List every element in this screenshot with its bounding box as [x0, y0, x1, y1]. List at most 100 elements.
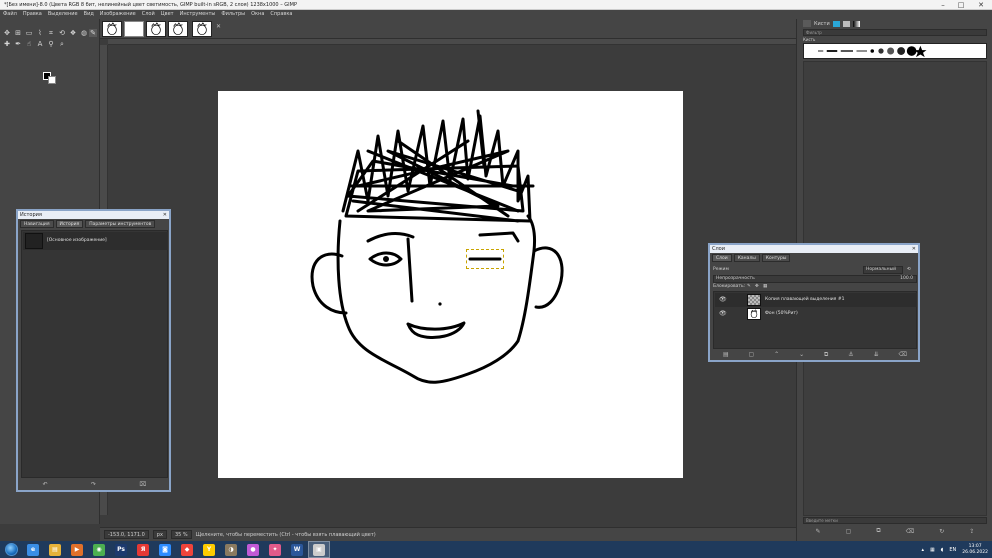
close-tabs-icon[interactable]: ✕ [216, 23, 221, 30]
layer-visibility-eye-icon[interactable]: 👁 [719, 310, 727, 317]
brush-filter-input[interactable]: Фильтр [803, 29, 987, 36]
smudge-tool-icon[interactable]: ☝ [25, 40, 33, 48]
menu-help[interactable]: Справка [270, 10, 292, 19]
undo-icon[interactable]: ↶ [43, 481, 48, 490]
brush-preview-strip[interactable] [803, 43, 987, 59]
layers-list[interactable]: 👁 Копия плавающей выделения #1 👁 Фон (50… [713, 291, 917, 349]
history-list[interactable]: [Основное изображение] [21, 230, 168, 478]
redo-icon[interactable]: ↷ [91, 481, 96, 490]
new-brush-icon[interactable]: ▢ [846, 528, 852, 535]
clear-history-icon[interactable]: ⌧ [139, 481, 146, 490]
zoom-icon[interactable]: ◙ [154, 541, 176, 558]
mode-reset-icon[interactable]: ⟲ [907, 266, 911, 274]
heal-tool-icon[interactable]: ✚ [3, 40, 11, 48]
yandex-icon[interactable]: Я [132, 541, 154, 558]
fill-tool-icon[interactable]: ◍ [80, 29, 88, 37]
volume-icon[interactable]: ◖ [941, 547, 944, 553]
image-tab-thumbnail[interactable] [146, 21, 166, 37]
explorer-icon[interactable]: ▤ [44, 541, 66, 558]
image-tab-thumbnail[interactable] [102, 21, 122, 37]
menu-image[interactable]: Изображение [100, 10, 136, 19]
raise-layer-icon[interactable]: ⌃ [774, 351, 779, 360]
gradients-tab-icon[interactable] [852, 20, 860, 27]
color-picker-tool-icon[interactable]: ⚲ [47, 40, 55, 48]
lock-position-icon[interactable]: ✥ [755, 283, 759, 291]
menu-file[interactable]: Файл [3, 10, 17, 19]
patterns-tab-icon[interactable] [832, 20, 840, 27]
zoom-select[interactable]: 35 % [170, 530, 192, 539]
rect-select-tool-icon[interactable]: ▭ [25, 29, 33, 37]
brush-tag-entry[interactable]: Введите метки [803, 517, 987, 524]
anydesk-icon[interactable]: ◆ [176, 541, 198, 558]
move-tool-icon[interactable]: ✥ [3, 29, 11, 37]
paintbrush-tool-icon[interactable]: ✎ [89, 29, 97, 37]
clock[interactable]: 13:07 26.06.2022 [962, 544, 988, 556]
tab-navigation[interactable]: Навигация [20, 219, 54, 228]
unified-transform-tool-icon[interactable]: ⟲ [58, 29, 66, 37]
free-select-tool-icon[interactable]: ⌇ [36, 29, 44, 37]
opacity-slider[interactable]: Непрозрачность 100.0 [713, 275, 917, 283]
gimp-window-icon[interactable]: ▣ [308, 541, 330, 558]
word-icon[interactable]: W [286, 541, 308, 558]
edit-brush-icon[interactable]: ✎ [816, 528, 821, 535]
new-layer-group-icon[interactable]: ▤ [723, 351, 729, 360]
layers-window-title[interactable]: Слои ✕ [710, 245, 918, 253]
tab-tool-options[interactable]: Параметры инструментов [85, 219, 156, 228]
maximize-button[interactable]: □ [954, 0, 968, 10]
ie-icon[interactable]: e [22, 541, 44, 558]
text-tool-icon[interactable]: A [36, 40, 44, 48]
paint-icon[interactable]: ● [242, 541, 264, 558]
path-tool-icon[interactable]: ✒ [14, 40, 22, 48]
mode-select[interactable]: Нормальный [863, 266, 903, 274]
menu-select[interactable]: Выделение [48, 10, 78, 19]
tray-arrow-icon[interactable]: ▴ [921, 547, 924, 553]
menu-edit[interactable]: Правка [23, 10, 42, 19]
unit-select[interactable]: px [152, 530, 167, 539]
gamepad-icon[interactable]: ✦ [264, 541, 286, 558]
anchor-layer-icon[interactable]: ⚓ [848, 351, 853, 360]
media-player-icon[interactable]: ▶ [66, 541, 88, 558]
lower-layer-icon[interactable]: ⌄ [799, 351, 804, 360]
start-button[interactable] [0, 541, 22, 558]
language-indicator[interactable]: EN [949, 547, 956, 553]
lock-pixels-icon[interactable]: ✎ [747, 283, 751, 291]
zoom-tool-icon[interactable]: ⌕ [58, 40, 66, 48]
brushes-tab-icon[interactable] [803, 20, 811, 27]
align-tool-icon[interactable]: ⊞ [14, 29, 22, 37]
menu-view[interactable]: Вид [84, 10, 94, 19]
duplicate-layer-icon[interactable]: ⧉ [824, 351, 828, 360]
layer-visibility-eye-icon[interactable]: 👁 [719, 296, 727, 303]
menu-tools[interactable]: Инструменты [180, 10, 216, 19]
open-brush-icon[interactable]: ⇪ [969, 528, 974, 535]
floating-selection-outline[interactable] [466, 249, 504, 269]
fonts-tab-icon[interactable] [842, 20, 850, 27]
image-tab-thumbnail[interactable] [168, 21, 188, 37]
gimp-icon[interactable]: ◑ [220, 541, 242, 558]
background-color-swatch[interactable] [48, 76, 56, 84]
warp-tool-icon[interactable]: ❖ [69, 29, 77, 37]
canvas-area[interactable] [100, 39, 796, 524]
duplicate-brush-icon[interactable]: ⧉ [876, 527, 880, 535]
menu-colors[interactable]: Цвет [161, 10, 174, 19]
delete-brush-icon[interactable]: ⌫ [906, 528, 914, 535]
brushes-tab[interactable]: Кисти [814, 21, 830, 27]
lock-alpha-icon[interactable]: ▦ [763, 283, 767, 291]
merge-layer-icon[interactable]: ⇊ [874, 351, 879, 360]
image-canvas[interactable] [218, 91, 683, 478]
image-tab-thumbnail[interactable] [124, 21, 144, 37]
history-window-title[interactable]: История ✕ [18, 211, 169, 219]
delete-layer-icon[interactable]: ⌫ [899, 351, 907, 360]
tab-history[interactable]: История [55, 219, 84, 228]
history-close-icon[interactable]: ✕ [163, 211, 167, 219]
yandex-browser-icon[interactable]: Y [198, 541, 220, 558]
table-row[interactable]: 👁 Фон (50%Рит) [715, 307, 917, 321]
menu-filters[interactable]: Фильтры [221, 10, 245, 19]
image-tab-thumbnail[interactable] [192, 21, 212, 37]
layers-close-icon[interactable]: ✕ [912, 245, 916, 253]
close-window-button[interactable]: ✕ [974, 0, 988, 10]
list-item[interactable]: [Основное изображение] [23, 232, 168, 250]
menu-layer[interactable]: Слой [142, 10, 155, 19]
tab-paths[interactable]: Контуры [761, 253, 791, 262]
chrome-icon[interactable]: ◉ [88, 541, 110, 558]
menu-windows[interactable]: Окна [251, 10, 264, 19]
